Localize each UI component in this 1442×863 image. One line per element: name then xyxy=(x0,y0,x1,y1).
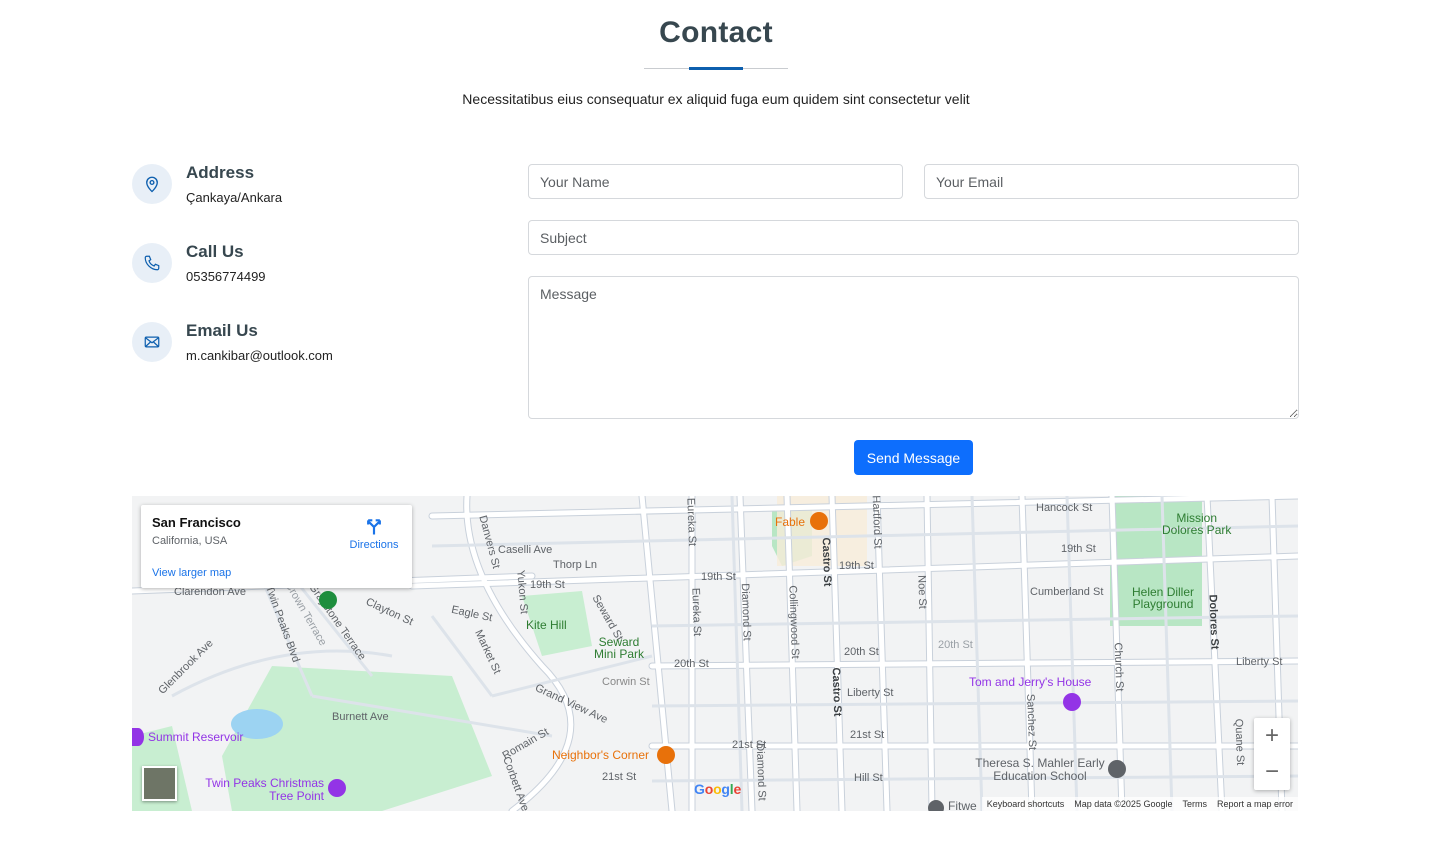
poi-fitwell[interactable]: Fitwe xyxy=(948,799,977,811)
title-divider-accent xyxy=(689,67,743,70)
keyboard-shortcuts-link[interactable]: Keyboard shortcuts xyxy=(987,799,1065,809)
poi-theresa-mahler-school[interactable]: Theresa S. Mahler Early Education School xyxy=(972,757,1108,783)
zoom-controls: + − xyxy=(1254,718,1290,790)
poi-twin-peaks[interactable]: Twin Peaks Christmas Tree Point xyxy=(204,777,324,803)
call-title: Call Us xyxy=(186,242,244,261)
section-header: Contact xyxy=(0,16,1432,50)
envelope-icon xyxy=(132,322,172,362)
place-region: California, USA xyxy=(152,535,228,547)
subject-input[interactable] xyxy=(528,220,1299,255)
email-text: m.cankibar@outlook.com xyxy=(186,348,333,363)
poi-tom-jerry-house[interactable]: Tom and Jerry's House xyxy=(969,675,1091,689)
info-email: Email Us m.cankibar@outlook.com xyxy=(132,321,512,382)
gym-icon xyxy=(928,800,944,811)
poi-neighbors-corner[interactable]: Neighbor's Corner xyxy=(552,748,649,762)
name-input[interactable] xyxy=(528,164,903,199)
park-icon xyxy=(319,591,337,609)
map-attribution: Keyboard shortcuts Map data ©2025 Google… xyxy=(981,797,1298,811)
map-place-card: San Francisco California, USA Directions… xyxy=(141,505,412,588)
map-pin-icon xyxy=(132,164,172,204)
zoom-out-button[interactable]: − xyxy=(1254,754,1290,790)
poi-summit-reservoir[interactable]: Summit Reservoir xyxy=(148,730,243,744)
address-text: Çankaya/Ankara xyxy=(186,190,283,205)
restaurant-icon xyxy=(810,512,828,530)
message-textarea[interactable] xyxy=(528,276,1299,419)
page-title: Contact xyxy=(659,16,773,49)
zoom-in-button[interactable]: + xyxy=(1254,718,1290,754)
camera-icon xyxy=(328,779,346,797)
phone-icon xyxy=(132,243,172,283)
report-error-link[interactable]: Report a map error xyxy=(1217,799,1293,809)
satellite-toggle[interactable] xyxy=(142,766,177,801)
address-title: Address xyxy=(186,163,255,182)
cafe-icon xyxy=(657,746,675,764)
call-text: 05356774499 xyxy=(186,269,266,284)
terms-link[interactable]: Terms xyxy=(1182,799,1207,809)
place-name: San Francisco xyxy=(152,515,241,530)
email-input[interactable] xyxy=(924,164,1299,199)
directions-button[interactable]: Directions xyxy=(346,515,402,553)
school-icon xyxy=(1108,760,1126,778)
embedded-map[interactable]: Hancock St 19th St Caselli Ave Thorp Ln … xyxy=(132,496,1298,811)
directions-label: Directions xyxy=(349,539,399,551)
info-call: Call Us 05356774499 xyxy=(132,242,512,303)
directions-icon xyxy=(367,519,381,535)
info-address: Address Çankaya/Ankara xyxy=(132,163,512,224)
camera-icon xyxy=(1063,693,1081,711)
view-larger-map-link[interactable]: View larger map xyxy=(152,567,231,579)
page-subtitle: Necessitatibus eius consequatur ex aliqu… xyxy=(462,91,970,107)
park-marker-icon xyxy=(132,728,144,746)
google-logo: Google xyxy=(694,781,742,797)
map-data-text: Map data ©2025 Google xyxy=(1074,799,1173,809)
send-message-button[interactable]: Send Message xyxy=(854,440,973,475)
poi-fable[interactable]: Fable xyxy=(775,515,805,529)
email-title: Email Us xyxy=(186,321,258,340)
